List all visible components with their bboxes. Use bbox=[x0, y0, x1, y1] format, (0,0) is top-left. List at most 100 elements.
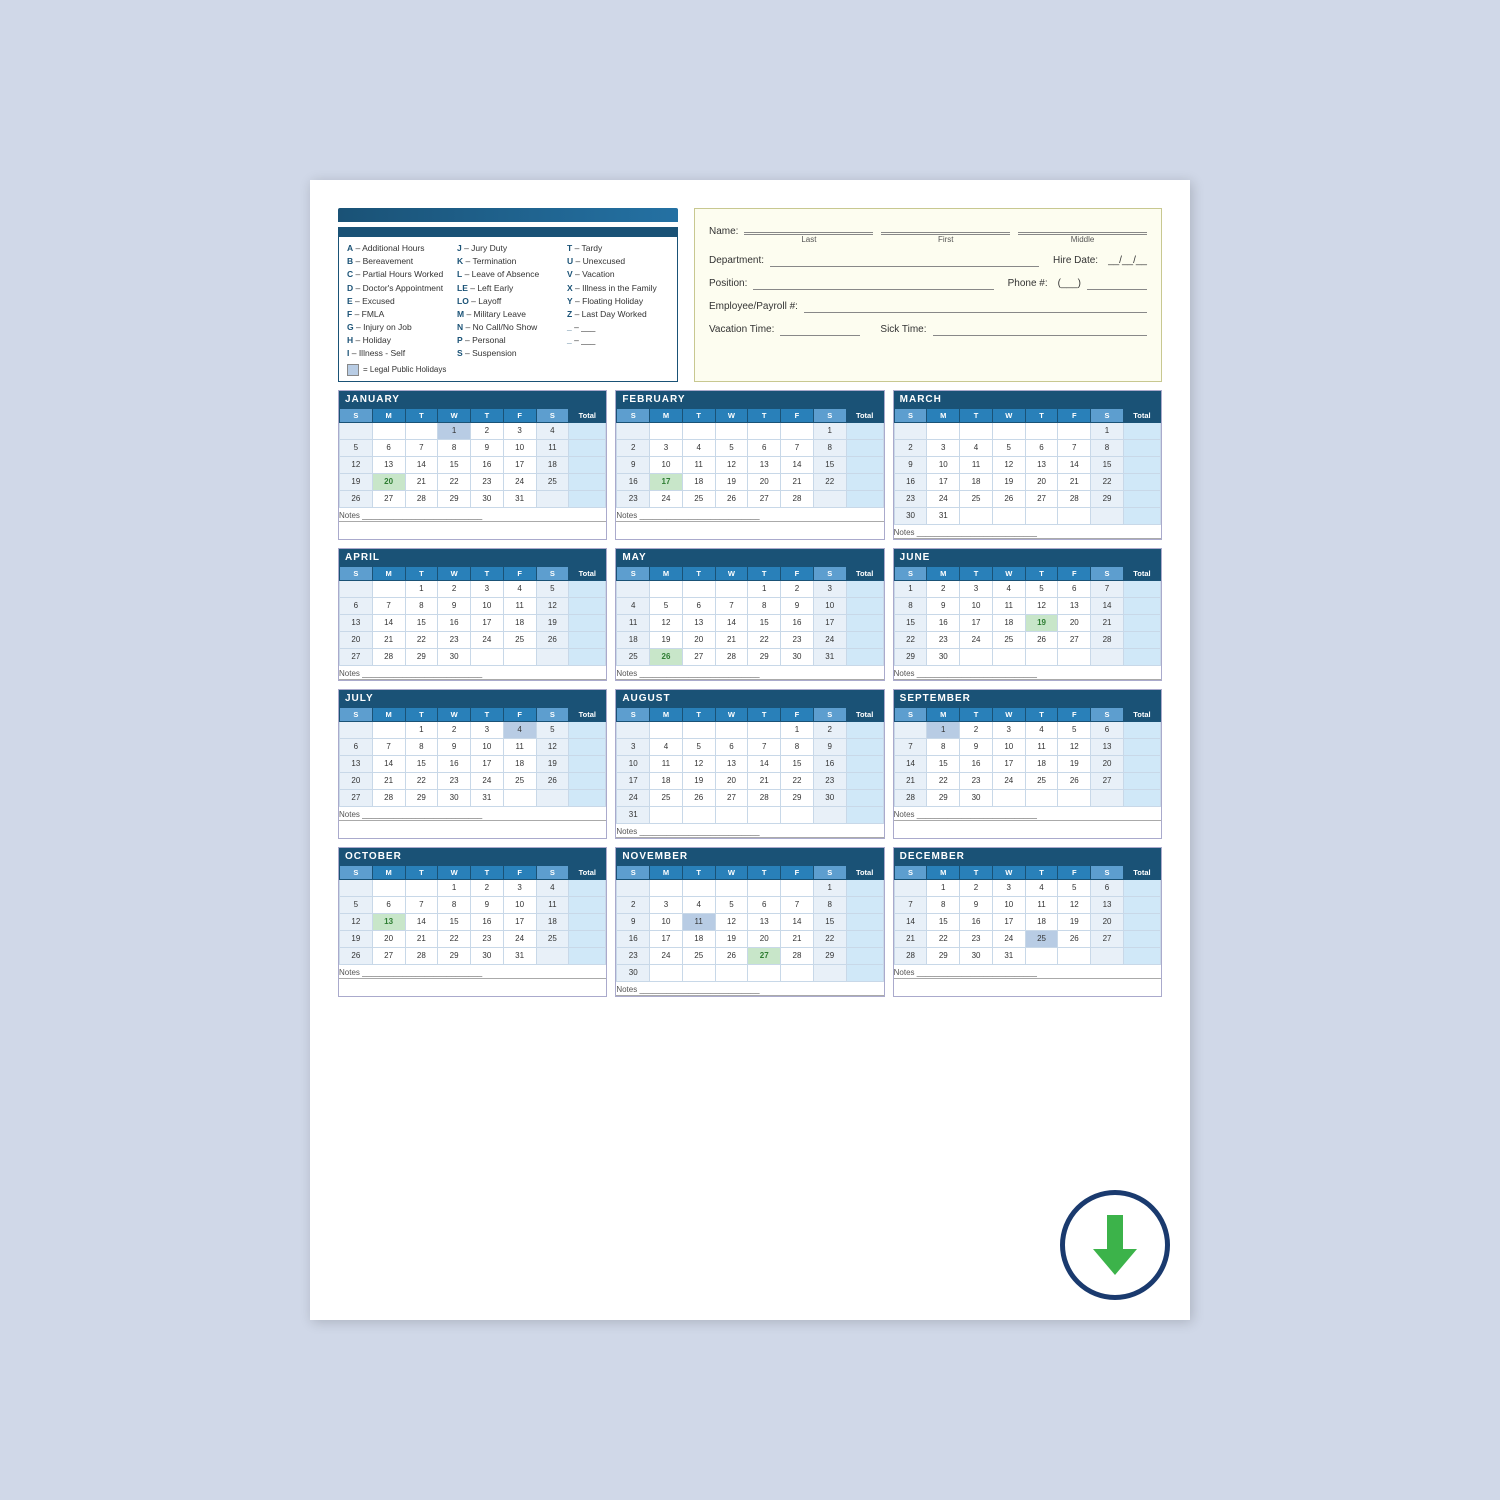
cal-cell: 5 bbox=[536, 721, 569, 738]
cal-cell bbox=[715, 879, 748, 896]
cal-cell: 3 bbox=[992, 879, 1025, 896]
cal-cell: 15 bbox=[438, 456, 471, 473]
cal-cell: 22 bbox=[438, 930, 471, 947]
cal-cell: 29 bbox=[748, 648, 781, 665]
cal-cell: 14 bbox=[781, 456, 814, 473]
cal-cell bbox=[846, 789, 883, 806]
cal-cell: 16 bbox=[927, 614, 960, 631]
cal-cell: 8 bbox=[1091, 439, 1124, 456]
month-may: MAYSMTWTFSTotal1234567891011121314151617… bbox=[615, 548, 884, 681]
cal-cell: 18 bbox=[536, 913, 569, 930]
cal-cell: 15 bbox=[1091, 456, 1124, 473]
position-row: Position: Phone #: (___) bbox=[709, 276, 1147, 290]
cal-cell: 4 bbox=[682, 896, 715, 913]
cal-cell: 13 bbox=[748, 456, 781, 473]
cal-cell: 9 bbox=[617, 913, 650, 930]
dept-row: Department: Hire Date: __/__/__ bbox=[709, 253, 1147, 267]
cal-cell bbox=[536, 490, 569, 507]
cal-cell bbox=[781, 879, 814, 896]
cal-cell: 20 bbox=[372, 473, 405, 490]
cal-cell bbox=[682, 879, 715, 896]
cal-cell: 20 bbox=[748, 930, 781, 947]
cal-cell: 25 bbox=[1025, 930, 1058, 947]
month-header-december: DECEMBER bbox=[894, 848, 1161, 865]
notes-line: Notes ___________________________ bbox=[339, 968, 606, 979]
cal-cell: 26 bbox=[682, 789, 715, 806]
cal-cell bbox=[1123, 913, 1160, 930]
cal-cell bbox=[569, 631, 606, 648]
cal-cell: 13 bbox=[372, 456, 405, 473]
cal-cell: 22 bbox=[405, 772, 438, 789]
cal-cell: 5 bbox=[340, 896, 373, 913]
cal-cell bbox=[1091, 947, 1124, 964]
cal-cell: 2 bbox=[438, 721, 471, 738]
cal-cell: 19 bbox=[1058, 755, 1091, 772]
notes-line: Notes ___________________________ bbox=[616, 827, 883, 838]
cal-cell: 29 bbox=[927, 947, 960, 964]
cal-cell: 23 bbox=[781, 631, 814, 648]
cal-cell: 3 bbox=[471, 721, 504, 738]
cal-cell bbox=[1123, 439, 1160, 456]
cal-cell bbox=[1123, 738, 1160, 755]
cal-cell: 24 bbox=[927, 490, 960, 507]
cal-cell: 9 bbox=[927, 597, 960, 614]
download-circle[interactable] bbox=[1060, 1190, 1170, 1300]
cal-cell bbox=[1058, 422, 1091, 439]
cal-cell: 30 bbox=[471, 490, 504, 507]
month-header-march: MARCH bbox=[894, 391, 1161, 408]
cal-cell: 3 bbox=[650, 896, 683, 913]
cal-cell: 21 bbox=[781, 930, 814, 947]
cal-cell: 6 bbox=[372, 439, 405, 456]
cal-cell: 30 bbox=[927, 648, 960, 665]
cal-cell: 8 bbox=[438, 896, 471, 913]
cal-cell: 19 bbox=[992, 473, 1025, 490]
cal-cell: 28 bbox=[894, 789, 927, 806]
cal-cell: 7 bbox=[748, 738, 781, 755]
cal-cell bbox=[846, 964, 883, 981]
cal-cell: 18 bbox=[960, 473, 993, 490]
name-fields: Last First Middle bbox=[744, 219, 1147, 244]
cal-cell bbox=[569, 422, 606, 439]
cal-cell bbox=[960, 422, 993, 439]
cal-cell bbox=[846, 738, 883, 755]
cal-cell bbox=[1123, 879, 1160, 896]
cal-cell: 27 bbox=[682, 648, 715, 665]
download-overlay[interactable] bbox=[1060, 1190, 1170, 1300]
cal-cell: 1 bbox=[1091, 422, 1124, 439]
cal-cell: 10 bbox=[617, 755, 650, 772]
cal-cell: 11 bbox=[682, 456, 715, 473]
cal-cell: 17 bbox=[471, 755, 504, 772]
cal-cell bbox=[781, 422, 814, 439]
cal-cell: 4 bbox=[536, 879, 569, 896]
cal-cell: 24 bbox=[992, 772, 1025, 789]
cal-cell: 21 bbox=[405, 473, 438, 490]
cal-cell bbox=[569, 879, 606, 896]
cal-cell bbox=[536, 789, 569, 806]
cal-cell bbox=[1091, 789, 1124, 806]
cal-cell bbox=[569, 913, 606, 930]
cal-cell: 28 bbox=[894, 947, 927, 964]
cal-cell: 6 bbox=[372, 896, 405, 913]
cal-cell: 12 bbox=[1025, 597, 1058, 614]
cal-cell: 10 bbox=[992, 738, 1025, 755]
cal-cell: 15 bbox=[405, 755, 438, 772]
codes-col-3: T – Tardy U – Unexcused V – Vacation X –… bbox=[567, 242, 669, 376]
cal-cell bbox=[650, 879, 683, 896]
cal-cell: 21 bbox=[372, 631, 405, 648]
cal-cell: 8 bbox=[405, 738, 438, 755]
cal-cell: 31 bbox=[927, 507, 960, 524]
cal-cell bbox=[846, 597, 883, 614]
cal-cell: 23 bbox=[438, 631, 471, 648]
cal-cell: 20 bbox=[748, 473, 781, 490]
cal-cell: 17 bbox=[992, 913, 1025, 930]
cal-cell: 22 bbox=[927, 930, 960, 947]
cal-cell: 25 bbox=[1025, 772, 1058, 789]
notes-line: Notes ___________________________ bbox=[894, 968, 1161, 979]
cal-cell: 2 bbox=[813, 721, 846, 738]
cal-cell bbox=[1123, 896, 1160, 913]
cal-cell: 29 bbox=[781, 789, 814, 806]
cal-cell: 2 bbox=[960, 879, 993, 896]
cal-cell bbox=[894, 422, 927, 439]
cal-cell: 9 bbox=[813, 738, 846, 755]
cal-cell bbox=[748, 806, 781, 823]
